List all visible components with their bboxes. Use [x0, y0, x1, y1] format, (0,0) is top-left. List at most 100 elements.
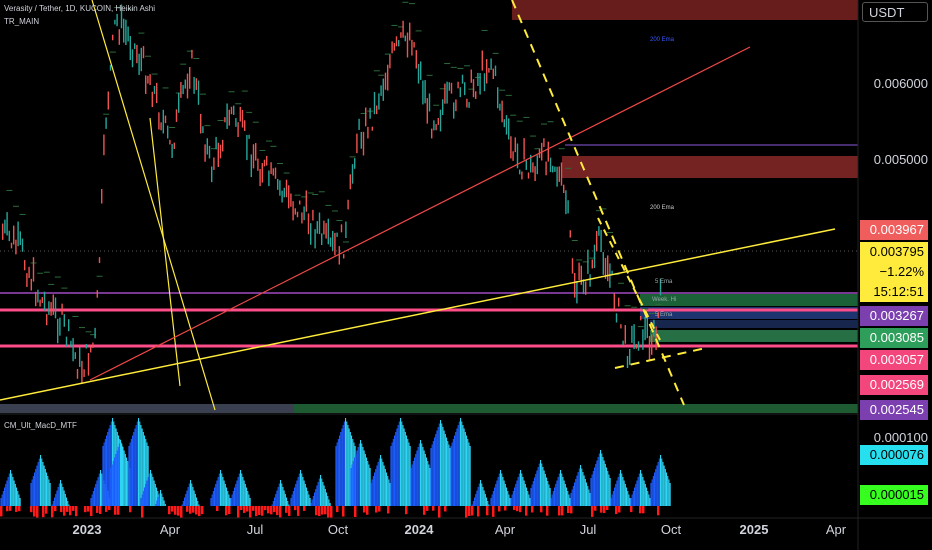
- macd-bar: [157, 497, 159, 506]
- macd-bar-negative: [189, 506, 192, 514]
- candle: [340, 224, 343, 233]
- candle: [213, 157, 215, 170]
- macd-bar: [596, 460, 598, 506]
- candle: [459, 87, 461, 98]
- macd-bar: [575, 479, 577, 506]
- macd-bar: [141, 494, 143, 506]
- macd-bar: [288, 504, 290, 506]
- candle: [259, 169, 261, 187]
- macd-bar: [571, 489, 573, 506]
- macd-bar: [397, 425, 399, 506]
- macd-bar: [152, 477, 154, 506]
- macd-bar: [126, 457, 128, 506]
- symbol-title[interactable]: Verasity / Tether, 1D, KUCOIN, Heikin As…: [4, 4, 155, 13]
- candle: [334, 232, 336, 256]
- macd-bar: [354, 457, 356, 506]
- macd-bar: [133, 432, 135, 506]
- candle: [633, 324, 635, 350]
- macd-bar: [117, 447, 119, 506]
- macd-indicator-title[interactable]: CM_Ult_MacD_MTF: [4, 421, 77, 430]
- macd-bar: [304, 484, 306, 506]
- chart-canvas[interactable]: [0, 0, 932, 550]
- macd-bar: [355, 454, 357, 506]
- candle: [466, 98, 468, 108]
- macd-bar-negative: [486, 506, 489, 516]
- candle: [318, 212, 321, 235]
- trendline-yellow-dashed-down: [511, 0, 685, 406]
- macd-bar-negative: [504, 506, 507, 511]
- candle: [250, 154, 252, 178]
- macd-bar-negative: [249, 506, 252, 518]
- indicator-title[interactable]: TR_MAIN: [4, 17, 39, 26]
- macd-bar: [132, 435, 134, 506]
- candle: [235, 118, 237, 127]
- macd-bar: [352, 461, 354, 506]
- macd-bar: [228, 494, 230, 506]
- macd-bar-negative: [378, 506, 381, 512]
- price-tick-0: 0.006000: [873, 76, 928, 91]
- macd-bar: [67, 501, 69, 506]
- macd-bar: [451, 442, 453, 506]
- macd-bar: [595, 464, 597, 506]
- macd-bar: [155, 504, 157, 506]
- candle: [446, 81, 448, 104]
- candle: [151, 91, 153, 108]
- candle: [186, 73, 189, 99]
- macd-bar: [657, 462, 659, 506]
- macd-bar: [443, 430, 445, 506]
- macd-bar: [196, 497, 198, 506]
- candle: [294, 208, 296, 215]
- macd-bar: [103, 442, 105, 506]
- macd-bar: [32, 476, 34, 506]
- macd-bar: [307, 491, 309, 506]
- macd-bar: [127, 461, 129, 506]
- macd-bar: [42, 462, 44, 506]
- macd-bar: [138, 418, 140, 506]
- macd-bar-negative: [225, 506, 228, 516]
- candle: [307, 213, 310, 235]
- macd-bar-negative: [642, 506, 645, 514]
- macd-bar: [598, 453, 600, 506]
- macd-bar: [347, 425, 349, 506]
- candle: [437, 117, 439, 125]
- macd-bar-negative: [516, 506, 519, 512]
- currency-button[interactable]: USDT: [862, 2, 928, 22]
- candle: [494, 65, 497, 77]
- candle: [398, 40, 400, 47]
- candle: [395, 36, 398, 47]
- macd-bar-negative: [603, 506, 606, 514]
- macd-bar: [91, 494, 93, 506]
- macd-bar-negative: [618, 506, 621, 513]
- macd-bar: [474, 497, 476, 506]
- macd-bar-negative: [72, 506, 75, 511]
- macd-bar: [357, 447, 359, 506]
- macd-bar-negative: [75, 506, 78, 517]
- macd-bar: [6, 480, 8, 506]
- candle: [560, 162, 563, 186]
- macd-bar: [392, 439, 394, 506]
- macd-bar: [477, 487, 479, 506]
- macd-bar: [490, 498, 492, 506]
- candle: [393, 43, 395, 51]
- macd-bar: [651, 479, 653, 506]
- macd-badge-cyan: 0.000076: [860, 445, 928, 465]
- macd-bar-negative: [657, 506, 660, 516]
- macd-bar: [278, 483, 280, 506]
- macd-bar: [312, 496, 314, 506]
- macd-bar: [68, 504, 70, 506]
- macd-bar-negative: [327, 506, 330, 518]
- macd-bar: [592, 471, 594, 506]
- candle: [464, 82, 466, 96]
- candle: [142, 46, 145, 59]
- macd-bar-negative: [192, 506, 195, 513]
- candle: [512, 151, 514, 161]
- macd-bar: [214, 487, 216, 506]
- macd-bar-negative: [639, 506, 642, 514]
- macd-bar: [475, 494, 477, 506]
- macd-bar-negative: [258, 506, 261, 515]
- macd-bar: [98, 473, 100, 506]
- macd-bar: [518, 473, 520, 506]
- macd-bar: [145, 484, 147, 506]
- macd-bar: [122, 447, 124, 506]
- macd-bar: [412, 461, 414, 506]
